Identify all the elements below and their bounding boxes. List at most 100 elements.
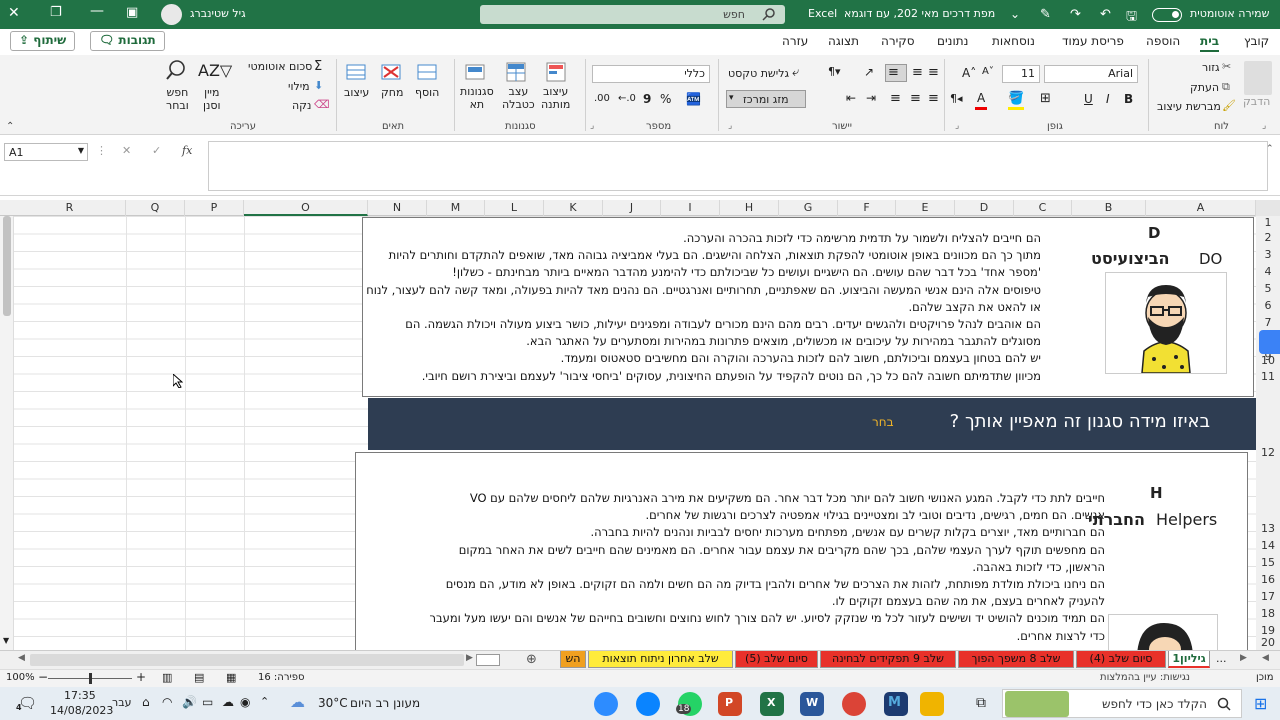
zoom-out-icon[interactable]: − [38,670,48,684]
more-sheets-right[interactable]: ... [1216,652,1227,665]
column-header-m[interactable]: M [427,200,485,216]
column-header-p[interactable]: P [185,200,244,216]
wifi-icon[interactable]: ◠ [162,695,172,709]
alignment-launcher-icon[interactable]: ⌟ [728,121,732,131]
zoom-slider-thumb[interactable] [89,673,92,684]
tab-help[interactable]: עזרה [782,34,808,48]
ribbon-display-icon[interactable]: ▣ [126,5,138,20]
align-right-icon[interactable]: ≡ [928,91,939,106]
powerpoint-icon[interactable]: P [718,692,742,716]
column-header-i[interactable]: I [661,200,720,216]
word-icon[interactable]: W [800,692,824,716]
wrap-text-button[interactable]: גלישת טקסט [728,67,789,80]
weather-description[interactable]: מעונן רב היום [350,696,420,710]
restore-icon[interactable]: ❐ [50,5,62,20]
undo-icon[interactable]: ↶ [1100,7,1111,22]
tab-file[interactable]: קובץ [1244,34,1269,48]
merge-center-button[interactable]: מזג ומרכז ▾ [726,90,806,108]
row-header[interactable]: 3 [1256,248,1280,261]
cancel-icon[interactable]: ✕ [122,144,131,157]
font-size-select[interactable]: 11 [1002,65,1040,83]
add-sheet-icon[interactable]: ⊕ [526,652,537,667]
bold-button[interactable]: B [1124,92,1133,106]
row-header[interactable]: 1 [1256,216,1280,229]
scroll-right-icon[interactable]: ▶ [466,653,473,663]
minimize-icon[interactable]: — [90,3,104,19]
font-name-select[interactable]: Arial [1044,65,1138,83]
language-indicator[interactable]: עבר [112,696,131,709]
row-header[interactable]: 12 [1256,446,1280,459]
horizontal-scrollbar[interactable] [30,654,464,666]
underline-button[interactable]: U [1084,92,1093,106]
row-header[interactable]: 6 [1256,299,1280,312]
save-icon[interactable]: 🖫 [1126,7,1137,29]
onedrive-icon[interactable]: ☁ [222,695,234,709]
column-header-k[interactable]: K [544,200,603,216]
avatar[interactable] [161,4,182,25]
paste-icon[interactable] [1244,61,1272,95]
prev-sheet-icon[interactable]: ◀ [1262,653,1269,663]
sheet-tab-4[interactable]: שלב 9 תפקידים לבחינה [820,651,956,668]
sheet-tab-7[interactable]: הש [560,651,586,668]
column-header-q[interactable]: Q [126,200,185,216]
column-header-a[interactable]: A [1146,200,1256,216]
insert-cells-icon[interactable] [416,61,438,83]
row-header[interactable]: 7 [1256,316,1280,329]
row-header[interactable]: 18 [1256,607,1280,620]
row-header[interactable]: 5 [1256,282,1280,295]
borders-icon[interactable]: ⊞ [1040,91,1051,106]
font-color-icon[interactable]: A [977,91,985,105]
sort-filter-icon[interactable]: AZ▽ [198,61,232,80]
increase-font-icon[interactable]: A˄ [962,66,976,80]
network-icon[interactable]: ⌂ [142,695,150,709]
row-header[interactable]: 20 [1256,636,1280,649]
zoom-app-icon[interactable] [594,692,618,716]
sheet-tab-5[interactable]: סיום שלב (5) [735,651,818,668]
column-header-j[interactable]: J [603,200,661,216]
battery-icon[interactable]: ▭ [202,695,213,709]
clock-time[interactable]: 17:35 [64,689,96,702]
file-explorer-icon[interactable] [920,692,944,716]
comments-button[interactable]: 🗨 תגובות [90,31,165,51]
format-painter-button[interactable]: מברשת עיצוב [1157,100,1221,113]
column-header-n[interactable]: N [368,200,427,216]
wrap-text-icon[interactable]: ⤶ [792,65,799,80]
row-header[interactable]: 17 [1256,590,1280,603]
search-input[interactable]: חפש [480,5,785,24]
column-header-r[interactable]: R [14,200,126,216]
autosave-toggle[interactable] [1152,8,1182,22]
column-header-g[interactable]: G [779,200,838,216]
sheet-tab-scroll[interactable] [476,654,500,666]
format-cells-icon[interactable] [345,61,367,83]
scroll-down-icon[interactable]: ▼ [3,636,9,645]
camera-icon[interactable]: ◉ [240,695,250,709]
share-button[interactable]: ⇪ שיתוף [10,31,76,51]
insert-function-icon[interactable]: fx [182,144,192,157]
m-app-icon[interactable]: M [884,692,908,716]
tab-page-layout[interactable]: פריסת עמוד [1062,34,1124,48]
percent-icon[interactable]: % [660,92,671,106]
sheet-tab-6[interactable]: שלב אחרון ניתוח תוצאות [588,651,733,668]
accessibility-status[interactable]: נגישות: עיין בהמלצות [1100,672,1190,683]
taskbar-search-input[interactable]: הקלד כאן כדי לחפש [1002,689,1242,718]
row-header[interactable]: 4 [1256,265,1280,278]
weather-temp[interactable]: 30°C [318,696,348,710]
formula-input[interactable] [208,141,1268,191]
scroll-left-icon[interactable]: ◀ [18,653,25,663]
next-sheet-icon[interactable]: ▶ [1240,653,1247,663]
sheet-tab-1[interactable]: גיליון1 [1168,651,1210,668]
accounting-icon[interactable]: 🏧 [686,92,701,106]
customize-icon[interactable]: ⌄ [1010,7,1020,21]
form-icon[interactable]: ✎ [1040,7,1051,22]
enter-icon[interactable]: ✓ [152,144,161,157]
tab-formulas[interactable]: נוסחאות [992,34,1035,48]
column-header-b[interactable]: B [1072,200,1146,216]
column-header-h[interactable]: H [720,200,779,216]
autosum-button[interactable]: סכום אוטומטי [248,60,312,73]
fill-button[interactable]: מילוי [288,80,310,93]
decrease-font-icon[interactable]: A˅ [982,66,994,77]
zoom-level[interactable]: 100% [6,672,35,683]
sheet-tab-3[interactable]: שלב 8 משפך הפוך [958,651,1074,668]
row-header[interactable]: 16 [1256,573,1280,586]
conditional-formatting-icon[interactable] [545,61,567,83]
